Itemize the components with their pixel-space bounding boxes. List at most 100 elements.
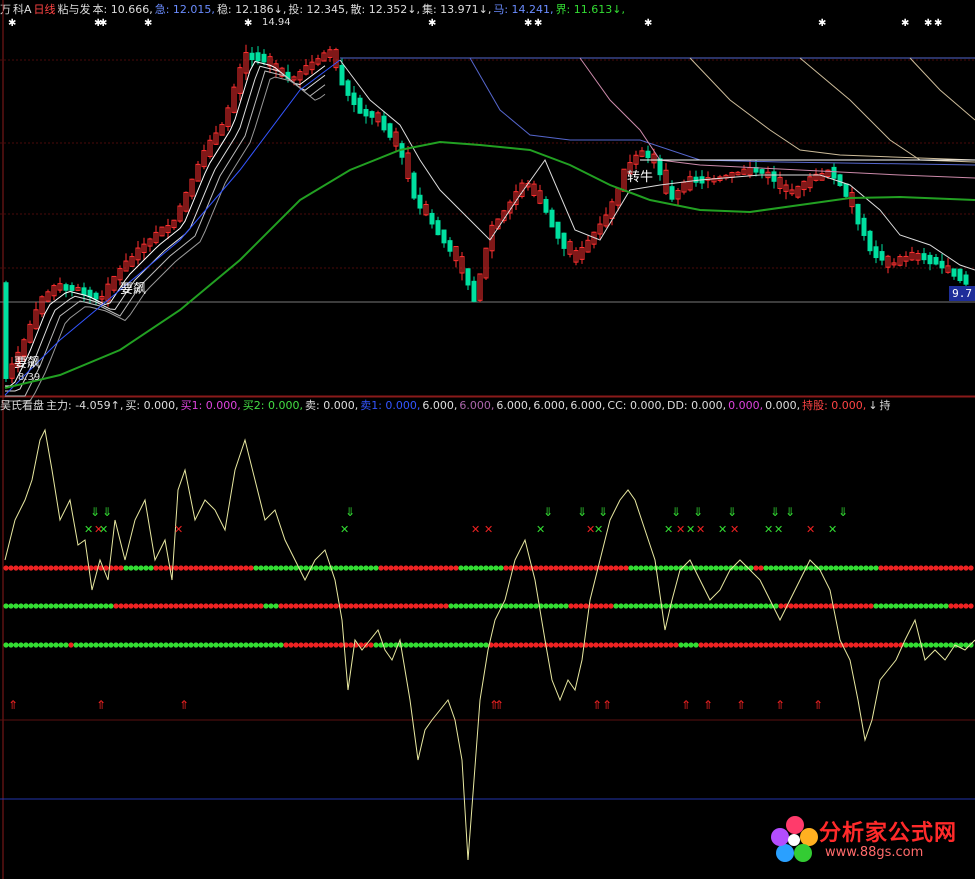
signal-dot — [778, 642, 784, 648]
signal-dot — [918, 565, 924, 571]
signal-dot — [303, 565, 309, 571]
ind-header-item: 0.000, — [765, 399, 801, 412]
signal-dot — [183, 642, 189, 648]
signal-dot — [863, 603, 869, 609]
signal-dot — [283, 565, 289, 571]
chart-canvas: ✱ ✱✱ ✱ ✱ ✱ ✱ ✱ ✱ ✱ ✱ ✱ ✱⇓ ⇓ ⇓ ⇓ ⇓ ⇓ ⇓ ⇓ ⇓ ⇓ ⇓ ⇓✕ ✕✕ ✕ ✕ ✕ ✕ ✕ ✕✕ ✕ ✕ ✕ ✕ ✕… — [0, 0, 975, 879]
signal-dot — [253, 642, 259, 648]
signal-dot — [218, 642, 224, 648]
signal-dot — [818, 642, 824, 648]
signal-dot — [573, 642, 579, 648]
signal-dot — [638, 565, 644, 571]
signal-dot — [518, 642, 524, 648]
signal-dot — [763, 603, 769, 609]
down-arrow-icon: ⇓ — [838, 505, 848, 519]
signal-dot — [343, 565, 349, 571]
signal-dot — [378, 565, 384, 571]
signal-dot — [388, 603, 394, 609]
signal-dot — [963, 603, 969, 609]
signal-dot — [318, 603, 324, 609]
signal-dot — [443, 642, 449, 648]
signal-dot — [658, 565, 664, 571]
signal-dot — [83, 603, 89, 609]
candle-body — [957, 268, 963, 282]
signal-dot — [498, 642, 504, 648]
signal-dot — [88, 603, 94, 609]
signal-dot — [223, 642, 229, 648]
star-marker: ✱ — [144, 18, 152, 29]
signal-dot — [558, 565, 564, 571]
signal-dot — [188, 642, 194, 648]
ma-ribbon-line — [5, 76, 326, 402]
candle-body — [759, 169, 765, 174]
cross-marker: ✕ — [806, 523, 815, 536]
candle-body — [771, 171, 777, 182]
signal-dot — [268, 603, 274, 609]
signal-dot — [888, 603, 894, 609]
signal-dot — [353, 603, 359, 609]
signal-dot — [333, 642, 339, 648]
signal-dot — [273, 603, 279, 609]
signal-dot — [38, 642, 44, 648]
signal-dot — [388, 565, 394, 571]
star-marker: ✱ — [934, 18, 942, 29]
signal-dot — [193, 565, 199, 571]
signal-dot — [808, 565, 814, 571]
signal-dot — [773, 565, 779, 571]
signal-dot — [708, 642, 714, 648]
signal-dot — [493, 603, 499, 609]
ind-header-item: 6.000, — [533, 399, 569, 412]
signal-dot — [428, 642, 434, 648]
signal-dot — [28, 642, 34, 648]
candle-body — [963, 274, 969, 285]
signal-dot — [388, 642, 394, 648]
ind-header-item: 卖1: 0.000, — [360, 399, 421, 412]
signal-dot — [873, 642, 879, 648]
candle-body — [657, 158, 663, 176]
signal-dot — [613, 565, 619, 571]
signal-dot — [248, 565, 254, 571]
signal-dot — [813, 603, 819, 609]
candle-body — [837, 174, 843, 186]
candle-body — [879, 251, 885, 261]
signal-dot — [288, 603, 294, 609]
signal-dot — [198, 603, 204, 609]
signal-dot — [308, 642, 314, 648]
signal-dot — [768, 565, 774, 571]
candle-body — [873, 246, 879, 259]
signal-dot — [503, 642, 509, 648]
signal-dot — [283, 603, 289, 609]
signal-dot — [558, 642, 564, 648]
signal-dot — [408, 565, 414, 571]
signal-dot — [28, 603, 34, 609]
signal-dot — [278, 603, 284, 609]
signal-dot — [133, 642, 139, 648]
signal-dot — [858, 565, 864, 571]
signal-dot — [573, 565, 579, 571]
signal-dot — [393, 603, 399, 609]
signal-dot — [398, 603, 404, 609]
signal-dot — [528, 603, 534, 609]
candle-body — [645, 150, 651, 159]
signal-dot — [208, 603, 214, 609]
signal-dot — [13, 642, 19, 648]
signal-dot — [263, 565, 269, 571]
signal-dot — [558, 603, 564, 609]
signal-dot — [753, 565, 759, 571]
candle-body — [441, 229, 447, 244]
signal-dot — [758, 603, 764, 609]
signal-dot — [633, 565, 639, 571]
signal-dot — [133, 565, 139, 571]
signal-dot — [323, 642, 329, 648]
signal-dot — [338, 642, 344, 648]
signal-dot — [183, 603, 189, 609]
signal-dot — [543, 603, 549, 609]
signal-dot — [218, 565, 224, 571]
signal-dot — [948, 603, 954, 609]
signal-dot — [188, 603, 194, 609]
down-arrow-icon: ⇓ — [727, 505, 737, 519]
signal-dot — [513, 565, 519, 571]
signal-dot — [803, 642, 809, 648]
current-price-tag: 9.7 — [949, 286, 975, 301]
cross-marker: ✕ — [174, 523, 183, 536]
